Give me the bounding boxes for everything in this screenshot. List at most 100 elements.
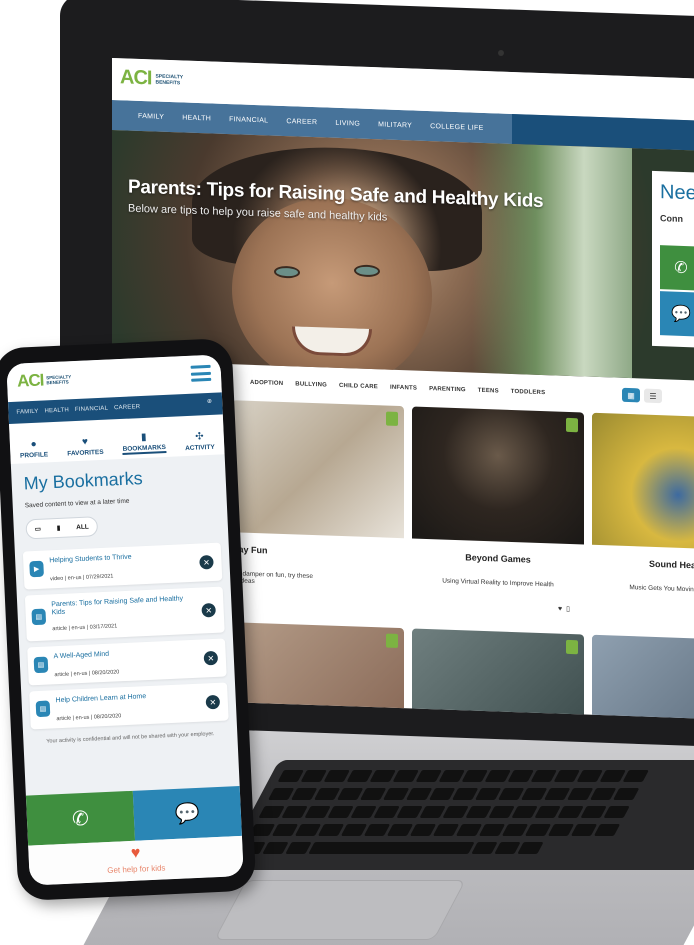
article-icon: ▤ xyxy=(33,656,49,674)
content-card[interactable] xyxy=(592,634,694,719)
bookmark-list: ▶ Helping Students to Thrive video | en-… xyxy=(22,542,229,730)
hero-eye-left xyxy=(274,265,300,279)
content-card[interactable]: Sound Health Music Gets You Moving and M… xyxy=(592,412,694,620)
chat-button[interactable]: 💬 xyxy=(660,291,694,337)
bookmark-meta: video | en-us | 07/29/2021 xyxy=(49,573,114,583)
category-parenting[interactable]: PARENTING xyxy=(429,386,466,393)
phone-nav-financial[interactable]: FINANCIAL xyxy=(75,406,108,413)
chat-icon: 💬 xyxy=(671,305,691,324)
site-logo[interactable]: ACI SPECIALTY BENEFITS xyxy=(120,66,195,92)
tab-activity[interactable]: ✣ ACTIVITY xyxy=(184,431,215,452)
all-filter[interactable]: ALL xyxy=(76,523,89,531)
category-child-care[interactable]: CHILD CARE xyxy=(339,383,378,390)
category-bullying[interactable]: BULLYING xyxy=(295,381,327,388)
card-image xyxy=(232,400,404,539)
side-panel-title: Nee xyxy=(660,181,694,205)
phone-screen: ACI SPECIALTY BENEFITS FAMILY HEALTH FIN… xyxy=(6,354,244,886)
video-icon: ▶ xyxy=(29,560,44,578)
call-button[interactable]: ✆ xyxy=(25,790,136,846)
heart-pulse-icon: ♥ xyxy=(130,844,141,862)
phone-logo[interactable]: ACI SPECIALTY BENEFITS xyxy=(17,369,83,392)
logo-brand: ACI xyxy=(120,66,152,90)
remove-bookmark-button[interactable]: ✕ xyxy=(199,554,214,570)
nav-item-military[interactable]: MILITARY xyxy=(378,121,412,129)
chat-button[interactable]: 💬 xyxy=(132,785,242,841)
bookmark-badge-icon[interactable] xyxy=(566,639,578,655)
phone-logo-subline: SPECIALTY BENEFITS xyxy=(46,374,72,386)
category-infants[interactable]: INFANTS xyxy=(390,385,417,392)
laptop-keyboard xyxy=(220,760,694,870)
content-card[interactable]: Beyond Games Using Virtual Reality to Im… xyxy=(412,406,584,613)
remove-bookmark-button[interactable]: ✕ xyxy=(201,602,216,618)
nav-item-living[interactable]: LIVING xyxy=(335,119,360,127)
tab-label: FAVORITES xyxy=(67,448,104,458)
user-icon: ● xyxy=(30,438,37,451)
bookmark-icon[interactable]: ▯ xyxy=(566,606,574,613)
footer-text[interactable]: Get help for kids xyxy=(107,863,166,875)
remove-bookmark-button[interactable]: ✕ xyxy=(205,694,221,710)
category-toddlers[interactable]: TODDLERS xyxy=(511,389,546,396)
list-item[interactable]: ▤ A Well-Aged Mind article | en-us | 08/… xyxy=(27,638,227,686)
content-card[interactable] xyxy=(412,628,584,719)
card-actions: ♥▯ xyxy=(592,606,694,620)
bookmark-title[interactable]: Parents: Tips for Raising Safe and Healt… xyxy=(51,595,192,617)
list-view-button[interactable]: ☰ xyxy=(644,388,662,404)
close-icon: ✕ xyxy=(205,605,213,615)
article-icon: ▤ xyxy=(35,700,51,718)
list-item[interactable]: ▶ Helping Students to Thrive video | en-… xyxy=(22,542,223,590)
tab-bookmarks[interactable]: ▮ BOOKMARKS xyxy=(122,431,167,455)
hero-foliage xyxy=(472,142,632,379)
phone-footer: ♥ Get help for kids xyxy=(28,835,244,886)
list-item[interactable]: ▤ Parents: Tips for Raising Safe and Hea… xyxy=(24,586,225,642)
bookmark-badge-icon[interactable] xyxy=(386,633,398,648)
card-title: Beyond Games xyxy=(465,552,531,565)
close-icon: ✕ xyxy=(209,697,217,707)
category-adoption[interactable]: ADOPTION xyxy=(250,380,283,387)
nav-item-financial[interactable]: FINANCIAL xyxy=(229,116,268,124)
tab-favorites[interactable]: ♥ FAVORITES xyxy=(67,436,104,458)
category-teens[interactable]: TEENS xyxy=(478,388,499,395)
remove-bookmark-button[interactable]: ✕ xyxy=(203,650,219,666)
grid-view-button[interactable]: ▦ xyxy=(622,387,640,403)
tab-label: ACTIVITY xyxy=(184,443,215,453)
bookmark-title[interactable]: Help Children Learn at Home xyxy=(55,691,195,705)
phone-nav-career[interactable]: CAREER xyxy=(114,404,140,411)
card-image xyxy=(412,406,584,545)
list-item[interactable]: ▤ Help Children Learn at Home article | … xyxy=(29,682,229,730)
phone-nav-family[interactable]: FAMILY xyxy=(16,409,38,416)
nav-item-career[interactable]: CAREER xyxy=(286,118,317,126)
card-image xyxy=(592,412,694,551)
bookmark-badge-icon[interactable] xyxy=(566,417,578,433)
nav-item-health[interactable]: HEALTH xyxy=(182,114,211,122)
phone-call-button[interactable]: ✆ xyxy=(660,245,694,291)
heart-icon[interactable]: ♥ xyxy=(558,606,566,613)
grid-icon: ▦ xyxy=(627,390,635,400)
bookmark-title[interactable]: A Well-Aged Mind xyxy=(53,647,193,661)
logo-subline: SPECIALTY BENEFITS xyxy=(155,73,184,86)
article-filter-icon[interactable]: ▮ xyxy=(57,524,61,532)
hamburger-menu-icon[interactable] xyxy=(190,364,212,382)
heart-icon: ♥ xyxy=(81,436,89,448)
card-title: Sound Health xyxy=(649,558,694,571)
bookmark-title[interactable]: Helping Students to Thrive xyxy=(49,551,189,565)
globe-icon[interactable]: ⊕ xyxy=(207,398,213,405)
page-title: My Bookmarks xyxy=(23,468,144,494)
card-title: Day Fun xyxy=(232,544,268,556)
phone-nav-health[interactable]: HEALTH xyxy=(44,407,69,414)
close-icon: ✕ xyxy=(202,557,211,567)
video-filter-icon[interactable]: ▭ xyxy=(35,525,41,533)
phone-icon: ✆ xyxy=(674,259,688,278)
privacy-notice: Your activity is confidential and will n… xyxy=(46,731,215,745)
laptop-trackpad xyxy=(214,880,466,940)
nav-item-family[interactable]: FAMILY xyxy=(138,112,164,120)
content-card[interactable]: Day Fun s a damper on fun, try these m i… xyxy=(232,400,404,607)
article-icon: ▤ xyxy=(31,608,47,626)
bookmark-meta: article | en-us | 03/17/2021 xyxy=(52,623,118,633)
nav-item-college-life[interactable]: COLLEGE LIFE xyxy=(430,123,483,132)
tab-profile[interactable]: ● PROFILE xyxy=(19,438,48,460)
list-icon: ☰ xyxy=(649,391,657,401)
bookmark-meta: article | en-us | 08/20/2020 xyxy=(54,669,120,679)
activity-icon: ✣ xyxy=(194,431,204,443)
bookmark-badge-icon[interactable] xyxy=(386,411,398,426)
marketing-composite: ACI SPECIALTY BENEFITS FAMILY HEALTH FIN… xyxy=(0,0,694,945)
